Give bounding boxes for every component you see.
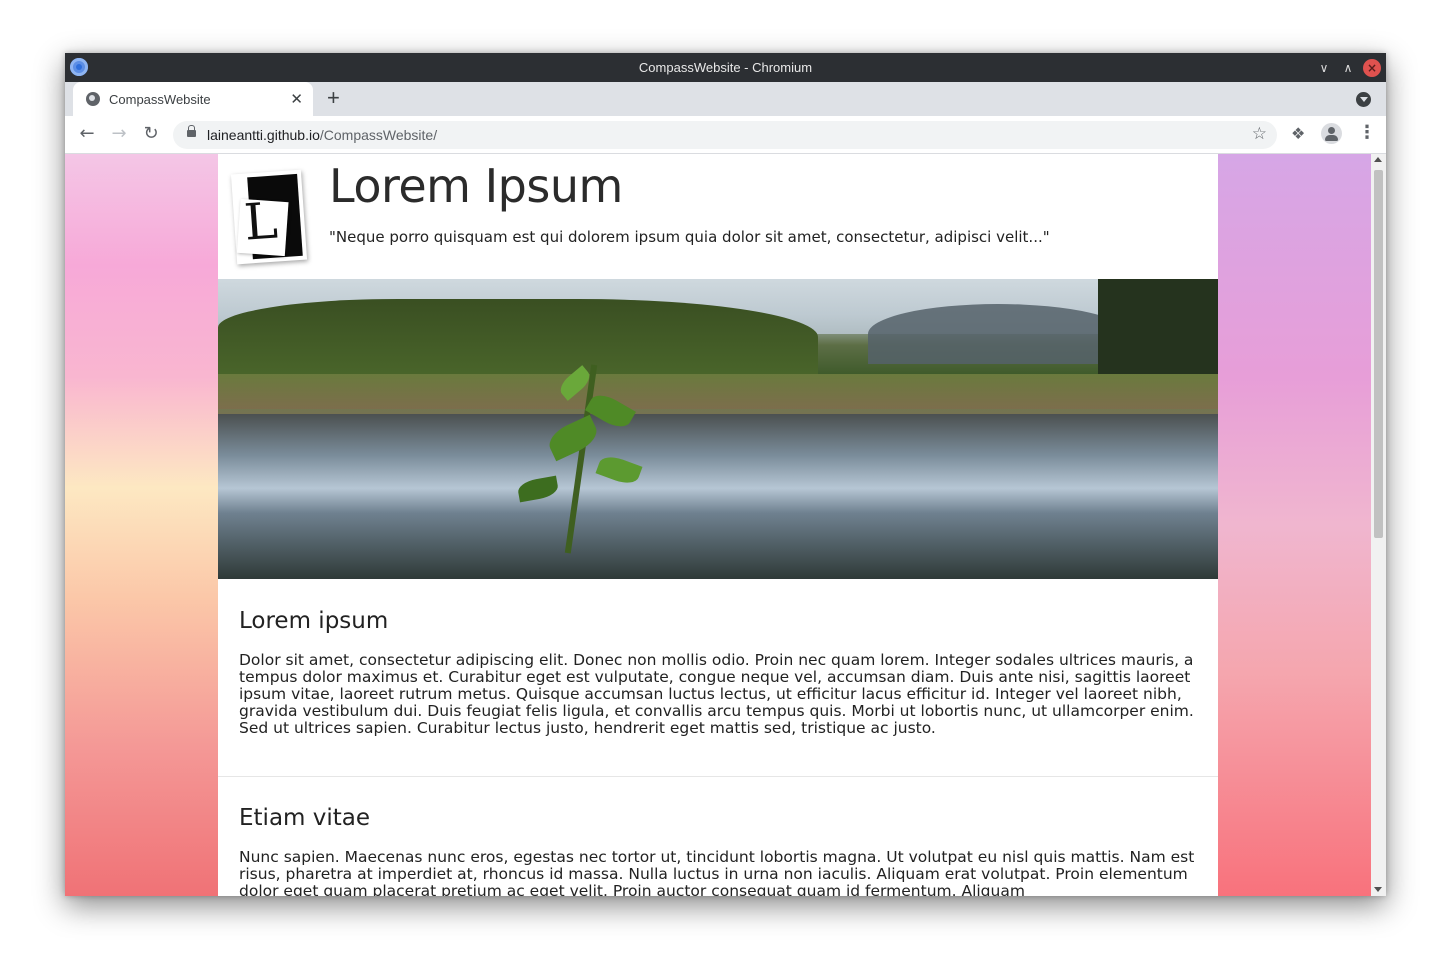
section-body: Dolor sit amet, consectetur adipiscing e… bbox=[239, 651, 1194, 737]
hero-trees-right bbox=[1098, 279, 1218, 389]
page-content: L Lorem Ipsum "Neque porro quisquam est … bbox=[218, 154, 1218, 896]
star-icon[interactable]: ☆ bbox=[1252, 124, 1267, 144]
tab-search-icon[interactable] bbox=[1356, 92, 1371, 107]
kebab-menu-icon[interactable]: ⋮ bbox=[1358, 123, 1376, 143]
browser-window: CompassWebsite - Chromium ∨ ∧ × CompassW… bbox=[65, 53, 1386, 896]
scrollbar-thumb[interactable] bbox=[1374, 170, 1383, 538]
page-title: Lorem Ipsum bbox=[329, 159, 623, 213]
url-path: /CompassWebsite/ bbox=[319, 127, 438, 143]
arrow-left-icon[interactable]: ← bbox=[76, 124, 98, 146]
logo-letter: L bbox=[242, 191, 280, 252]
hero-mountain bbox=[868, 304, 1128, 364]
reload-icon[interactable]: ↻ bbox=[140, 124, 162, 146]
content-section: Lorem ipsum Dolor sit amet, consectetur … bbox=[218, 579, 1218, 777]
address-bar[interactable]: laineantti.github.io/CompassWebsite/ ☆ bbox=[173, 121, 1277, 149]
close-window-button[interactable]: × bbox=[1363, 59, 1381, 77]
lock-icon[interactable] bbox=[187, 125, 196, 137]
minimize-icon[interactable]: ∨ bbox=[1315, 59, 1333, 77]
maximize-icon[interactable]: ∧ bbox=[1339, 59, 1357, 77]
section-body: Nunc sapien. Maecenas nunc eros, egestas… bbox=[239, 848, 1195, 897]
hero-water bbox=[218, 414, 1218, 579]
tab-title: CompassWebsite bbox=[109, 92, 211, 107]
arrow-right-icon[interactable]: → bbox=[108, 124, 130, 146]
site-tagline: "Neque porro quisquam est qui dolorem ip… bbox=[329, 228, 1050, 246]
content-section: Etiam vitae Nunc sapien. Maecenas nunc e… bbox=[218, 776, 1218, 896]
tab-strip: CompassWebsite ✕ + bbox=[65, 82, 1386, 116]
url-text[interactable]: laineantti.github.io/CompassWebsite/ bbox=[207, 127, 437, 143]
browser-toolbar: ← → ↻ laineantti.github.io/CompassWebsit… bbox=[65, 116, 1386, 154]
globe-icon bbox=[86, 92, 100, 106]
tab-compasswebsite[interactable]: CompassWebsite ✕ bbox=[73, 82, 313, 116]
scroll-up-icon[interactable] bbox=[1374, 157, 1382, 162]
section-heading: Etiam vitae bbox=[239, 805, 371, 831]
url-host: laineantti.github.io bbox=[207, 127, 320, 143]
tab-close-icon[interactable]: ✕ bbox=[290, 90, 303, 108]
window-title: CompassWebsite - Chromium bbox=[638, 60, 813, 75]
site-logo: L bbox=[230, 169, 308, 265]
profile-icon[interactable] bbox=[1321, 123, 1342, 144]
background-gradient-right bbox=[1218, 154, 1371, 896]
vertical-scrollbar[interactable] bbox=[1371, 154, 1386, 896]
hero-grass bbox=[218, 374, 1218, 409]
puzzle-icon[interactable]: ❖ bbox=[1291, 124, 1309, 143]
scroll-down-icon[interactable] bbox=[1374, 887, 1382, 892]
page-viewport: L Lorem Ipsum "Neque porro quisquam est … bbox=[65, 154, 1371, 896]
hero-image bbox=[218, 279, 1218, 579]
section-heading: Lorem ipsum bbox=[239, 608, 389, 634]
site-header: L Lorem Ipsum "Neque porro quisquam est … bbox=[218, 154, 1218, 279]
new-tab-button[interactable]: + bbox=[327, 85, 340, 111]
title-bar: CompassWebsite - Chromium ∨ ∧ × bbox=[65, 53, 1386, 82]
